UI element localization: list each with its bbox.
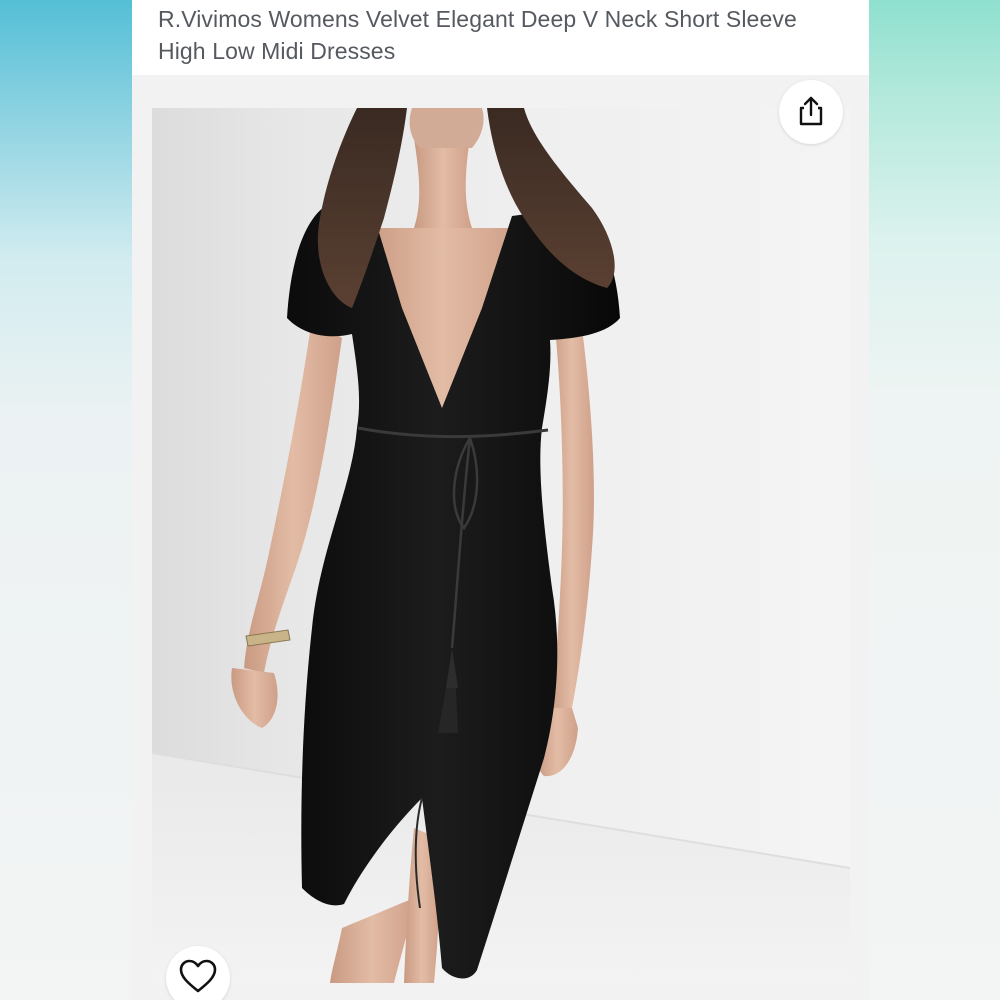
chin bbox=[409, 108, 484, 148]
product-title: R.Vivimos Womens Velvet Elegant Deep V N… bbox=[158, 6, 797, 64]
neck bbox=[414, 138, 472, 228]
product-image-gallery[interactable] bbox=[152, 108, 850, 983]
background-right-gradient bbox=[869, 0, 1000, 1000]
left-hand bbox=[231, 668, 278, 728]
background-left-gradient bbox=[0, 0, 132, 1000]
share-icon bbox=[794, 94, 828, 131]
title-bar: R.Vivimos Womens Velvet Elegant Deep V N… bbox=[132, 0, 869, 75]
product-photo bbox=[152, 108, 850, 983]
share-button[interactable] bbox=[779, 80, 843, 144]
product-detail-card: R.Vivimos Womens Velvet Elegant Deep V N… bbox=[132, 0, 869, 1000]
heart-outline-icon bbox=[178, 946, 218, 997]
